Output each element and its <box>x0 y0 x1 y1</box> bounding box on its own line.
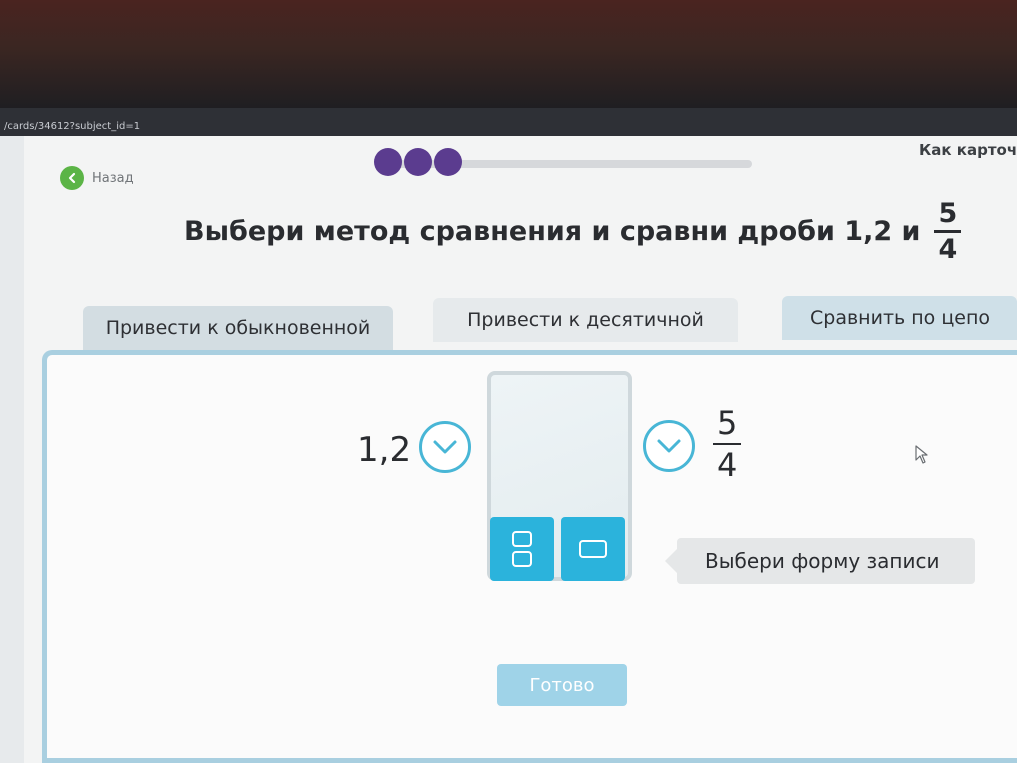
task-fraction-numerator: 5 <box>938 197 958 229</box>
task-title: Выбери метод сравнения и сравни дроби 1,… <box>184 192 962 270</box>
workspace-panel: 1,2 5 4 Выбери форму записи Готово <box>42 350 1017 763</box>
lesson-page: Назад Как карточ Выбери метод сравнения … <box>24 136 1017 763</box>
fraction-format-button[interactable] <box>490 517 554 581</box>
fraction-format-icon <box>512 531 532 547</box>
screen: /cards/34612?subject_id=1 Назад Как карт… <box>0 108 1017 763</box>
right-fraction-denominator: 4 <box>713 443 742 481</box>
chevron-down-icon <box>657 439 681 453</box>
right-fraction-numerator: 5 <box>717 404 738 442</box>
back-label: Назад <box>92 170 134 186</box>
done-button[interactable]: Готово <box>497 664 627 706</box>
back-button[interactable]: Назад <box>60 166 134 190</box>
chevron-down-icon <box>433 440 457 454</box>
task-fraction-denominator: 4 <box>934 229 962 263</box>
right-format-dropdown[interactable] <box>643 420 695 472</box>
progress-dot <box>434 148 462 176</box>
choose-format-tooltip: Выбери форму записи <box>665 538 975 584</box>
task-fraction: 5 4 <box>934 197 962 263</box>
url-text: /cards/34612?subject_id=1 <box>4 121 141 132</box>
task-text: Выбери метод сравнения и сравни дроби 1,… <box>184 215 921 247</box>
progress-dot <box>374 148 402 176</box>
how-cards-work-link[interactable]: Как карточ <box>919 141 1017 159</box>
decimal-format-icon <box>579 540 607 558</box>
monitor-bezel <box>0 0 1017 110</box>
tab-compare-by-whole[interactable]: Сравнить по цепо <box>782 296 1017 340</box>
progress-dots <box>374 148 462 176</box>
fraction-format-icon-denominator <box>512 551 532 567</box>
chevron-left-icon <box>60 166 84 190</box>
tab-to-decimal[interactable]: Привести к десятичной <box>433 298 738 342</box>
tab-to-common-fraction[interactable]: Привести к обыкновенной <box>83 306 393 350</box>
left-value: 1,2 <box>357 430 412 470</box>
address-bar[interactable]: /cards/34612?subject_id=1 <box>0 108 1017 136</box>
mouse-cursor-icon <box>915 445 928 464</box>
decimal-format-button[interactable] <box>561 517 625 581</box>
progress-dot <box>404 148 432 176</box>
right-fraction: 5 4 <box>713 404 742 481</box>
left-format-dropdown[interactable] <box>419 421 471 473</box>
